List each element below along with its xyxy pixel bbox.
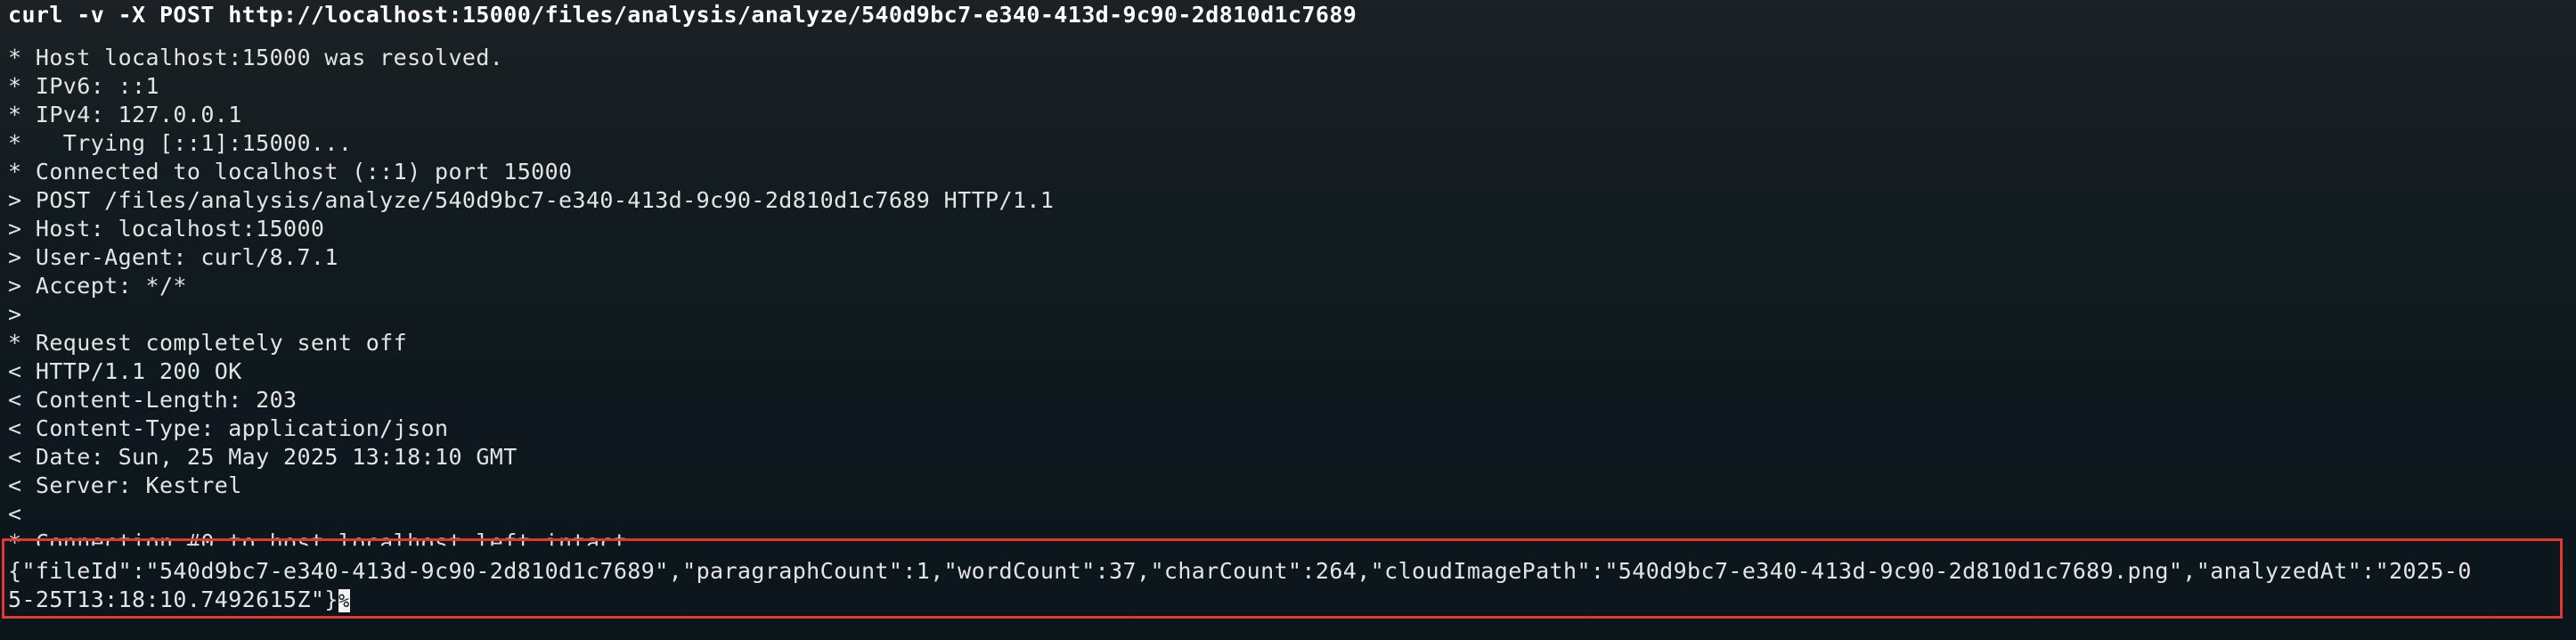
output-line: > POST /files/analysis/analyze/540d9bc7-… bbox=[8, 187, 1055, 213]
output-line: * Connected to localhost (::1) port 1500… bbox=[8, 159, 573, 185]
response-highlight-box bbox=[2, 538, 2563, 619]
command-line: curl -v -X POST http://localhost:15000/f… bbox=[8, 2, 1357, 28]
output-line: < Content-Type: application/json bbox=[8, 415, 449, 441]
output-line: * IPv6: ::1 bbox=[8, 73, 159, 99]
output-line: * Request completely sent off bbox=[8, 330, 408, 356]
output-line: < bbox=[8, 501, 22, 527]
output-line: > bbox=[8, 301, 22, 327]
output-line: < HTTP/1.1 200 OK bbox=[8, 358, 242, 384]
output-line: < Date: Sun, 25 May 2025 13:18:10 GMT bbox=[8, 444, 518, 470]
output-line: * Host localhost:15000 was resolved. bbox=[8, 45, 504, 70]
output-line: * Trying [::1]:15000... bbox=[8, 130, 353, 156]
output-line: * IPv4: 127.0.0.1 bbox=[8, 102, 242, 127]
output-line: > Host: localhost:15000 bbox=[8, 216, 325, 242]
output-line: < Content-Length: 203 bbox=[8, 387, 298, 413]
terminal-window[interactable]: curl -v -X POST http://localhost:15000/f… bbox=[0, 0, 2576, 640]
output-line: > Accept: */* bbox=[8, 273, 187, 299]
output-line: > User-Agent: curl/8.7.1 bbox=[8, 244, 338, 270]
output-line: < Server: Kestrel bbox=[8, 472, 242, 498]
